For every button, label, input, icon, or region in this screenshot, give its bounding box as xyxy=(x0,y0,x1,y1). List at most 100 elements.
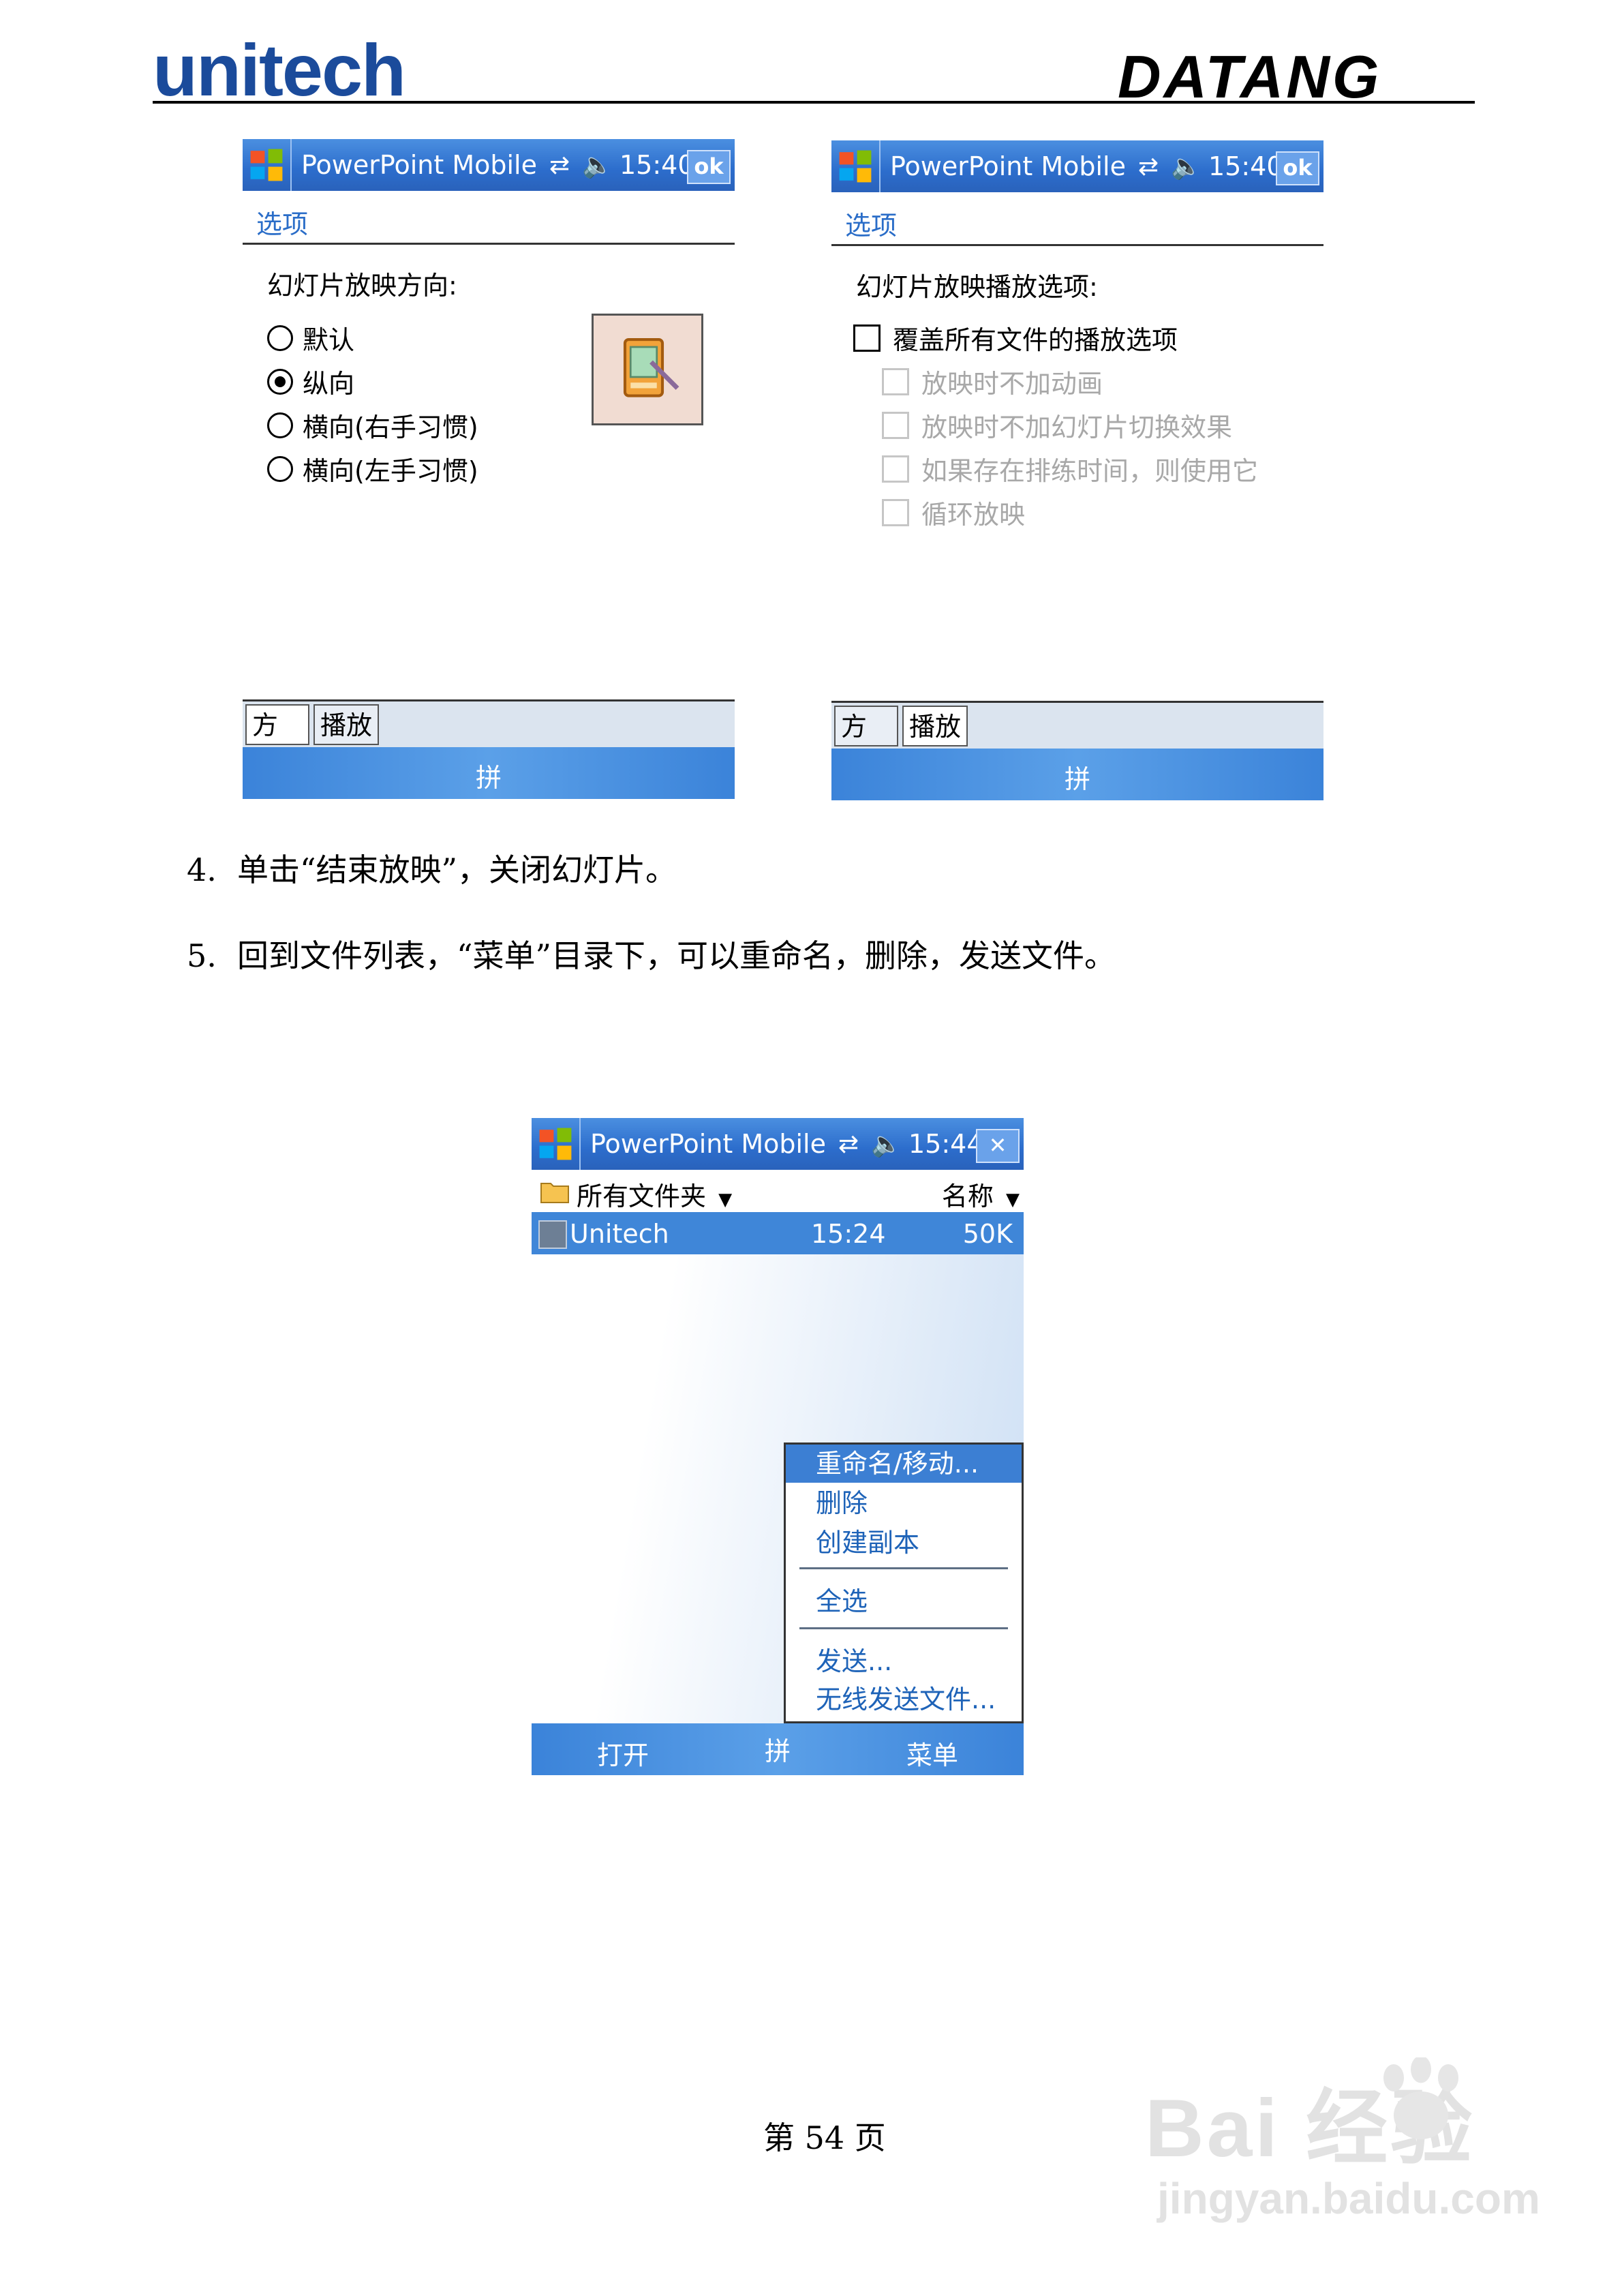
tab-strip: 方向 播放 xyxy=(831,701,1323,781)
file-time: 15:24 xyxy=(811,1219,886,1249)
radio-button[interactable] xyxy=(267,455,293,482)
folder-dropdown[interactable]: 所有文件夹 ▼ xyxy=(577,1175,732,1213)
radio-button[interactable] xyxy=(267,412,293,438)
checkbox-use-timings: 如果存在排练时间，则使用它 xyxy=(882,450,1258,487)
radio-landscape-right[interactable]: 横向(右手习惯) xyxy=(267,406,478,444)
chevron-down-icon: ▼ xyxy=(718,1190,733,1210)
clock[interactable]: 15:40 xyxy=(1208,151,1283,181)
app-title: PowerPoint Mobile xyxy=(301,150,537,180)
checkbox-no-transitions: 放映时不加幻灯片切换效果 xyxy=(882,406,1232,444)
radio-default[interactable]: 默认 xyxy=(267,319,354,357)
options-title: 选项 xyxy=(845,211,898,241)
baidu-watermark: Bai 经验 jingyan.baidu.com xyxy=(1145,2061,1540,2224)
radio-label: 纵向 xyxy=(303,369,355,399)
subtitle-bar: 选项 xyxy=(831,192,1323,246)
title-bar: PowerPoint Mobile ⇄ 🔈 15:44 ✕ xyxy=(532,1118,1024,1170)
start-icon[interactable] xyxy=(831,140,881,192)
orientation-label: 幻灯片放映方向: xyxy=(267,271,457,301)
file-size: 50K xyxy=(962,1219,1013,1249)
ok-button[interactable]: ok xyxy=(1276,151,1319,185)
start-icon[interactable] xyxy=(532,1118,581,1170)
context-menu: 重命名/移动... 删除 创建副本 全选 发送... 无线发送文件... xyxy=(784,1442,1024,1723)
connectivity-icon[interactable]: ⇄ xyxy=(549,151,570,179)
bottom-bar: 打开 拼 菜单 xyxy=(532,1723,1024,1775)
input-panel-button[interactable]: 拼 xyxy=(476,757,502,794)
title-bar: PowerPoint Mobile ⇄ 🔈 15:40 ok xyxy=(243,139,735,191)
radio-landscape-left[interactable]: 横向(左手习惯) xyxy=(267,450,478,487)
sort-label: 名称 xyxy=(941,1181,994,1211)
menu-item-send[interactable]: 发送... xyxy=(786,1642,1022,1680)
radio-label: 横向(左手习惯) xyxy=(303,456,478,486)
menu-item-copy[interactable]: 创建副本 xyxy=(786,1524,1022,1562)
step-5: 5. 回到文件列表，“菜单”目录下，可以重命名，删除，发送文件。 xyxy=(187,931,1116,976)
step-4: 4. 单击“结束放映”，关闭幻灯片。 xyxy=(187,845,677,890)
checkbox-label: 放映时不加幻灯片切换效果 xyxy=(921,412,1233,442)
tab-play[interactable]: 播放 xyxy=(313,704,379,745)
step-text: 单击“结束放映”，关闭幻灯片。 xyxy=(237,851,677,888)
checkbox xyxy=(882,367,909,395)
menu-divider xyxy=(799,1567,1008,1569)
menu-item-delete[interactable]: 删除 xyxy=(786,1484,1022,1522)
checkbox-override-all[interactable]: 覆盖所有文件的播放选项 xyxy=(853,319,1178,357)
screen-file-list: PowerPoint Mobile ⇄ 🔈 15:44 ✕ 所有文件夹 ▼ 名称… xyxy=(532,1118,1024,1775)
menu-item-beam[interactable]: 无线发送文件... xyxy=(786,1680,1022,1719)
bottom-bar: 拼 xyxy=(831,749,1323,800)
menu-divider xyxy=(799,1627,1008,1629)
subtitle-bar: 选项 xyxy=(243,191,735,245)
folder-bar: 所有文件夹 ▼ 名称 ▼ xyxy=(532,1170,1024,1212)
orientation-preview-icon xyxy=(592,314,703,425)
close-button[interactable]: ✕ xyxy=(976,1129,1020,1163)
radio-portrait[interactable]: 纵向 xyxy=(267,363,354,400)
bottom-bar: 拼 xyxy=(243,747,735,799)
tab-direction[interactable]: 方向 xyxy=(834,706,898,781)
sort-dropdown[interactable]: 名称 ▼ xyxy=(942,1175,1020,1213)
checkbox-label: 如果存在排练时间，则使用它 xyxy=(921,456,1259,486)
options-title: 选项 xyxy=(256,209,309,239)
menu-item-select-all[interactable]: 全选 xyxy=(786,1582,1022,1620)
connectivity-icon[interactable]: ⇄ xyxy=(1138,153,1159,181)
volume-mute-icon[interactable]: 🔈 xyxy=(871,1130,902,1158)
tab-play[interactable]: 播放 xyxy=(902,706,968,746)
file-name: Unitech xyxy=(570,1219,669,1249)
checkbox xyxy=(882,498,909,526)
playback-options-label: 幻灯片放映播放选项: xyxy=(856,272,1098,302)
checkbox xyxy=(882,411,909,439)
clock[interactable]: 15:44 xyxy=(908,1129,983,1159)
baidu-paw-icon xyxy=(1370,2055,1472,2149)
start-icon[interactable] xyxy=(243,139,292,191)
checkbox-label: 放映时不加动画 xyxy=(921,369,1103,399)
open-button[interactable]: 打开 xyxy=(597,1734,649,1772)
volume-mute-icon[interactable]: 🔈 xyxy=(582,151,613,179)
input-panel-button[interactable]: 拼 xyxy=(765,1730,791,1768)
checkbox-no-animation: 放映时不加动画 xyxy=(882,363,1103,400)
tab-direction[interactable]: 方向 xyxy=(245,704,309,780)
checkbox-loop: 循环放映 xyxy=(882,494,1025,531)
tab-strip: 方向 播放 xyxy=(243,699,735,780)
clock[interactable]: 15:40 xyxy=(619,150,694,180)
file-row[interactable]: Unitech 15:24 50K xyxy=(532,1212,1024,1254)
app-title: PowerPoint Mobile xyxy=(590,1129,826,1159)
folder-icon xyxy=(540,1178,570,1210)
radio-button[interactable] xyxy=(267,324,293,351)
radio-label: 横向(右手习惯) xyxy=(303,412,478,442)
menu-button[interactable]: 菜单 xyxy=(906,1734,958,1772)
checkbox-label: 覆盖所有文件的播放选项 xyxy=(893,325,1178,355)
watermark-brand: Bai 经验 xyxy=(1145,2083,1475,2174)
radio-button-checked[interactable] xyxy=(267,368,293,395)
title-bar: PowerPoint Mobile ⇄ 🔈 15:40 ok xyxy=(831,140,1323,192)
step-number: 4. xyxy=(187,851,217,888)
checkbox-label: 循环放映 xyxy=(921,500,1026,530)
connectivity-icon[interactable]: ⇄ xyxy=(838,1130,859,1158)
step-number: 5. xyxy=(187,937,217,974)
folder-label: 所有文件夹 xyxy=(577,1181,707,1211)
unitech-logo: unitech xyxy=(153,29,406,111)
step-text: 回到文件列表，“菜单”目录下，可以重命名，删除，发送文件。 xyxy=(237,937,1116,974)
ok-button[interactable]: ok xyxy=(687,150,731,184)
presentation-file-icon xyxy=(538,1220,567,1249)
watermark-url: jingyan.baidu.com xyxy=(1157,2174,1540,2223)
menu-item-rename[interactable]: 重命名/移动... xyxy=(786,1445,1022,1483)
app-title: PowerPoint Mobile xyxy=(890,151,1126,181)
volume-mute-icon[interactable]: 🔈 xyxy=(1171,152,1202,181)
input-panel-button[interactable]: 拼 xyxy=(1065,758,1090,796)
checkbox[interactable] xyxy=(853,324,881,352)
